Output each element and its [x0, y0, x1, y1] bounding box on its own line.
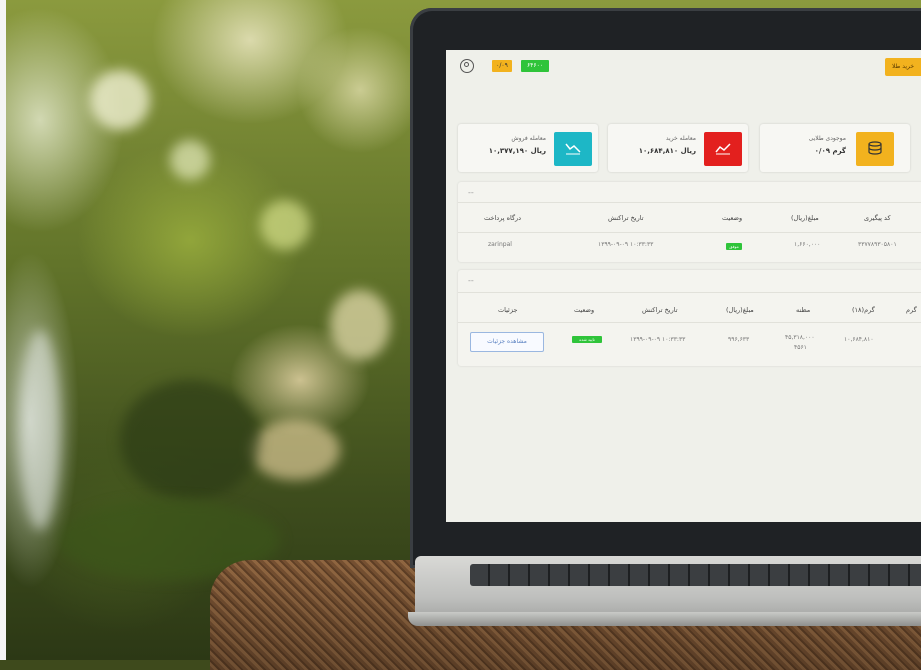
stat-card-buy: معامله خرید ۱۰,۶۸۴,۸۱۰ ریال [608, 124, 748, 172]
col-weight: گرم [906, 306, 917, 314]
sell-label: معامله فروش [511, 135, 546, 142]
laptop-base-edge [408, 612, 921, 626]
stat-card-gold: موجودی طلایی ۰/۰۹ گرم [760, 124, 910, 172]
bokeh-light [260, 200, 310, 250]
user-icon[interactable] [460, 59, 474, 73]
gold-balance-chip: ۰/۰۹ [492, 60, 512, 72]
bokeh-light [20, 330, 60, 530]
col-status: وضعیت [722, 214, 743, 222]
col-amount: مبلغ(ریال) [791, 214, 819, 222]
bokeh-light [330, 290, 390, 360]
photo-border [0, 0, 6, 660]
buy-value: ۱۰,۶۸۴,۸۱۰ ریال [638, 147, 696, 155]
col-price: مظنه [796, 306, 811, 314]
cell-tracking: ۳۳۷۷۸۹۳۰۵۸۰۱ [858, 241, 897, 248]
col-date: تاریخ تراکنش [642, 306, 678, 314]
col-weight18: گرم(۱۸) [852, 306, 875, 314]
cell-date: ۱۳۹۹-۰۹-۰۹ ۱۰:۳۳:۳۳ [598, 241, 654, 248]
col-tracking: کد پیگیری [864, 214, 891, 222]
cell-date: ۱۳۹۹-۰۹-۰۹ ۱۰:۳۳:۳۳ [630, 336, 686, 343]
status-badge: موفق [726, 243, 742, 250]
panel-title: -- [468, 276, 474, 285]
cell-price: ۴۵,۳۱۸,۰۰۰ [785, 334, 815, 341]
bokeh-light [170, 140, 210, 180]
chart-up-icon [704, 132, 742, 166]
cell-gateway: zarinpal [488, 241, 512, 248]
col-details: جزئیات [498, 306, 518, 314]
rial-balance-chip: ۶۴۶۰۰ [521, 60, 549, 72]
leaf-shadow [120, 380, 260, 500]
bokeh-light [250, 420, 340, 480]
gold-balance-value: ۰/۰۹ گرم [814, 147, 846, 155]
status-badge: تایید شده [572, 336, 602, 343]
cell-weight18: ۱۰,۶۸۴,۸۱۰ [844, 336, 874, 343]
buy-label: معامله خرید [665, 135, 696, 142]
divider [458, 202, 921, 203]
laptop-keyboard [470, 564, 921, 586]
coins-icon [856, 132, 894, 166]
col-date: تاریخ تراکنش [608, 214, 644, 222]
view-details-button[interactable]: مشاهده جزئیات [470, 332, 544, 352]
col-status: وضعیت [574, 306, 595, 314]
divider [458, 232, 921, 233]
payments-panel: -- درگاه پرداخت تاریخ تراکنش وضعیت مبلغ(… [458, 182, 921, 262]
cell-price-line2: ۴۵۶۱ [794, 344, 807, 351]
dashboard-header: ۰/۰۹ ۶۴۶۰۰ خرید طلا [446, 50, 921, 84]
stat-card-sell: معامله فروش ۱۰,۳۷۷,۱۹۰ ریال [458, 124, 598, 172]
laptop-screen: ۰/۰۹ ۶۴۶۰۰ خرید طلا معامله فروش ۱۰,۳۷۷,۱… [446, 50, 921, 522]
sell-value: ۱۰,۳۷۷,۱۹۰ ریال [488, 147, 546, 155]
col-amount: مبلغ(ریال) [726, 306, 754, 314]
cell-amount: ۹۹۶,۶۳۳ [728, 336, 750, 343]
col-gateway: درگاه پرداخت [484, 214, 522, 222]
gold-balance-label: موجودی طلایی [808, 135, 846, 142]
buy-gold-button[interactable]: خرید طلا [885, 58, 921, 76]
orders-panel: -- جزئیات وضعیت تاریخ تراکنش مبلغ(ریال) … [458, 270, 921, 366]
cell-amount: ۱,۶۶۰,۰۰۰ [794, 241, 821, 248]
chart-down-icon [554, 132, 592, 166]
divider [458, 292, 921, 293]
panel-title: -- [468, 188, 474, 197]
table-row: مشاهده جزئیات تایید شده ۱۳۹۹-۰۹-۰۹ ۱۰:۳۳… [458, 322, 921, 362]
bokeh-light [90, 70, 150, 130]
